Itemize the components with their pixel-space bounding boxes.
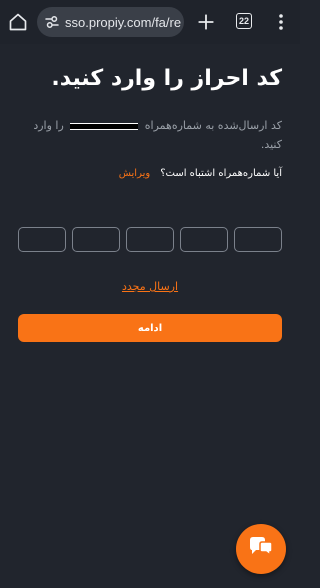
chat-icon — [247, 535, 275, 563]
otp-digit-input[interactable] — [180, 227, 228, 252]
edit-number-link[interactable]: ویرایش — [119, 168, 150, 179]
tab-count: 22 — [236, 13, 252, 29]
page-subtitle: کد ارسال‌شده به شماره‌همراه را وارد کنید… — [16, 116, 282, 154]
otp-digit-input[interactable] — [18, 227, 66, 252]
new-tab-icon[interactable] — [195, 11, 217, 33]
browser-toolbar: sso.propiy.com/fa/re 22 — [0, 0, 300, 44]
url-text[interactable]: sso.propiy.com/fa/re — [65, 15, 181, 30]
otp-digit-input[interactable] — [72, 227, 120, 252]
chat-button[interactable] — [236, 524, 286, 574]
wrong-number-question: آیا شماره‌همراه اشتباه است؟ — [160, 168, 282, 179]
address-bar[interactable]: sso.propiy.com/fa/re — [37, 7, 184, 37]
wrong-number-row: آیا شماره‌همراه اشتباه است؟ ویرایش — [18, 168, 282, 179]
page-title: کد احراز را وارد کنید. — [51, 66, 282, 91]
tabs-icon[interactable]: 22 — [234, 11, 254, 31]
masked-phone-number — [70, 122, 139, 130]
site-settings-icon[interactable] — [43, 13, 61, 31]
subtitle-text-before: کد ارسال‌شده به شماره‌همراه — [144, 119, 282, 132]
otp-page: کد احراز را وارد کنید. کد ارسال‌شده به ش… — [0, 44, 300, 588]
otp-digit-input[interactable] — [234, 227, 282, 252]
resend-code-link[interactable]: ارسال مجدد — [0, 280, 300, 293]
home-icon[interactable] — [7, 11, 29, 33]
menu-dots-icon[interactable] — [272, 11, 290, 33]
otp-inputs — [18, 227, 282, 252]
continue-button[interactable]: ادامه — [18, 314, 282, 342]
otp-digit-input[interactable] — [126, 227, 174, 252]
